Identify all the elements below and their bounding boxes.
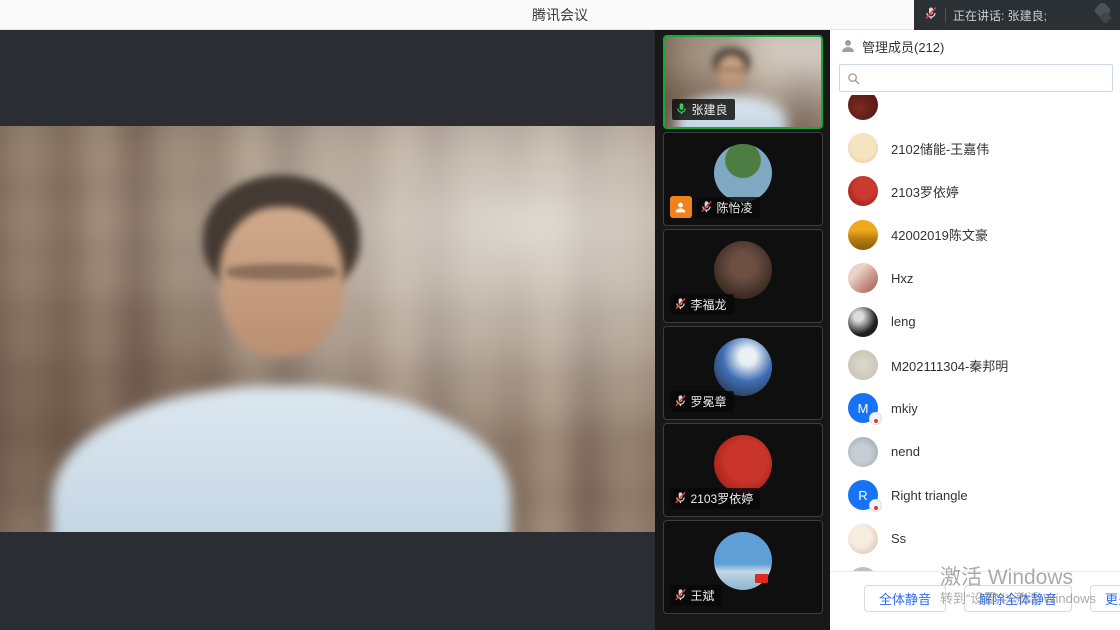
participant-avatar [714,435,772,493]
member-name: Hxz [891,271,913,286]
participant-avatar [714,241,772,299]
member-row[interactable]: 42002019陈文豪 [830,213,1120,256]
member-name: nend [891,444,920,459]
participant-name: 李福龙 [691,296,727,313]
member-row[interactable]: leng [830,300,1120,343]
host-badge-icon [670,196,692,218]
participant-mic-icon [700,200,713,216]
participant-thumbnail[interactable]: 张建良 [663,35,823,129]
participant-name: 张建良 [692,101,728,118]
member-list[interactable]: 2102储能-王嘉伟 2103罗依婷 42002019陈文豪 Hxz leng … [830,95,1120,571]
unmute-all-button[interactable]: 解除全体静音 [964,585,1072,612]
participant-thumbnail[interactable]: 王斌 [663,520,823,614]
participant-nametag: 陈怡凌 [697,197,760,218]
speaker-video-frame [0,126,655,532]
participant-nametag: 李福龙 [671,294,734,315]
members-header-label: 管理成员(212) [862,37,944,56]
member-row[interactable] [830,560,1120,571]
participant-mic-icon [674,297,687,313]
member-avatar: R [848,480,878,510]
member-row[interactable]: 2102储能-王嘉伟 [830,126,1120,169]
member-avatar [848,437,878,467]
search-icon [847,72,860,85]
member-avatar-initial: R [858,488,867,503]
members-panel: 管理成员(212) 2102储能-王嘉伟 2103罗依婷 [830,30,1120,630]
member-row[interactable]: nend [830,430,1120,473]
member-search-input[interactable] [865,70,1105,86]
participant-name: 陈怡凌 [717,199,753,216]
member-name: mkiy [891,401,918,416]
main-speaker-video [0,126,655,532]
participant-mic-icon [674,491,687,507]
member-row[interactable]: M mkiy [830,387,1120,430]
participant-nametag: 2103罗依婷 [671,488,761,509]
participant-thumbnail[interactable]: 李福龙 [663,229,823,323]
member-avatar [848,524,878,554]
member-row[interactable]: M202111304-秦邦明 [830,343,1120,386]
participant-avatar [714,338,772,396]
more-button[interactable]: 更多 [1090,585,1120,612]
member-avatar [848,350,878,380]
member-name: 42002019陈文豪 [891,225,988,244]
participant-thumbnail[interactable]: 陈怡凌 [663,132,823,226]
divider [945,8,946,23]
member-name: 2102储能-王嘉伟 [891,139,989,158]
participant-nametag: 张建良 [672,99,735,120]
member-row[interactable]: Hxz [830,257,1120,300]
participant-avatar [714,144,772,202]
muted-mic-icon [924,6,938,25]
meeting-window: 腾讯会议 正在讲话: 张建良; [0,0,1120,630]
collapse-arrow-icon[interactable] [1088,3,1114,27]
participant-thumbnail-strip: 张建良 陈怡凌 [655,30,830,630]
participant-mic-icon [675,102,688,118]
members-icon [840,38,856,54]
speaking-label: 正在讲话: 张建良; [953,7,1081,24]
mute-all-button[interactable]: 全体静音 [864,585,946,612]
main-video-area [0,30,655,630]
member-row[interactable]: R Right triangle [830,474,1120,517]
member-row[interactable]: 2103罗依婷 [830,170,1120,213]
member-avatar [848,133,878,163]
participant-name: 王斌 [691,587,715,604]
participant-nametag: 罗冕章 [671,391,734,412]
member-avatar [848,307,878,337]
participant-thumbnail[interactable]: 2103罗依婷 [663,423,823,517]
participant-thumbnail[interactable]: 罗冕章 [663,326,823,420]
member-name: Right triangle [891,488,968,503]
participant-nametag: 王斌 [671,585,722,606]
member-avatar [848,263,878,293]
title-bar: 腾讯会议 正在讲话: 张建良; [0,0,1120,30]
participant-name: 2103罗依婷 [691,490,754,507]
flag-decoration [755,574,768,583]
member-name: leng [891,314,916,329]
member-avatar [848,220,878,250]
participant-mic-icon [674,394,687,410]
member-name: M202111304-秦邦明 [891,356,1008,375]
member-avatar [848,176,878,206]
member-row[interactable] [830,95,1120,126]
member-name: 2103罗依婷 [891,182,959,201]
participant-name: 罗冕章 [691,393,727,410]
member-avatar [848,95,878,120]
member-search-box [839,64,1113,92]
member-muted-mic-badge [869,499,882,512]
member-muted-mic-badge [869,412,882,425]
members-header: 管理成员(212) [830,30,1120,62]
member-avatar: M [848,393,878,423]
member-name: Ss [891,531,906,546]
participant-mic-icon [674,588,687,604]
members-footer: 全体静音 解除全体静音 更多 [830,571,1120,630]
member-avatar-initial: M [858,401,869,416]
speaking-indicator-bar: 正在讲话: 张建良; [914,0,1120,30]
member-row[interactable]: Ss [830,517,1120,560]
